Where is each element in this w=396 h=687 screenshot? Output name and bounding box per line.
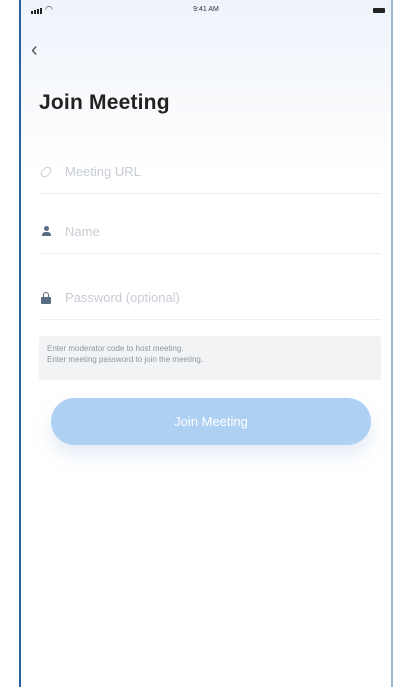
password-input[interactable] <box>65 290 381 305</box>
battery-icon <box>373 8 385 13</box>
page-title: Join Meeting <box>39 91 170 114</box>
back-button[interactable]: ‹ <box>31 40 53 62</box>
hint-line-1: Enter moderator code to host meeting. <box>47 344 184 353</box>
phone-frame: ◠ 9:41 AM ‹ Join Meeting Enter moderator… <box>19 0 393 687</box>
status-bar: ◠ 9:41 AM <box>21 0 391 24</box>
hint-line-2: Enter meeting password to join the meeti… <box>47 355 204 364</box>
meeting-url-field[interactable] <box>38 150 381 194</box>
lock-icon <box>39 291 53 304</box>
hint-box: Enter moderator code to host meeting. En… <box>39 336 381 380</box>
chevron-left-icon: ‹ <box>31 39 38 61</box>
status-time: 9:41 AM <box>193 6 219 13</box>
user-icon <box>39 226 53 237</box>
name-field[interactable] <box>39 210 381 254</box>
link-icon <box>38 164 54 179</box>
name-input[interactable] <box>65 224 381 239</box>
meeting-url-input[interactable] <box>65 164 381 179</box>
join-meeting-button[interactable]: Join Meeting <box>51 398 371 445</box>
password-field[interactable] <box>39 276 381 320</box>
